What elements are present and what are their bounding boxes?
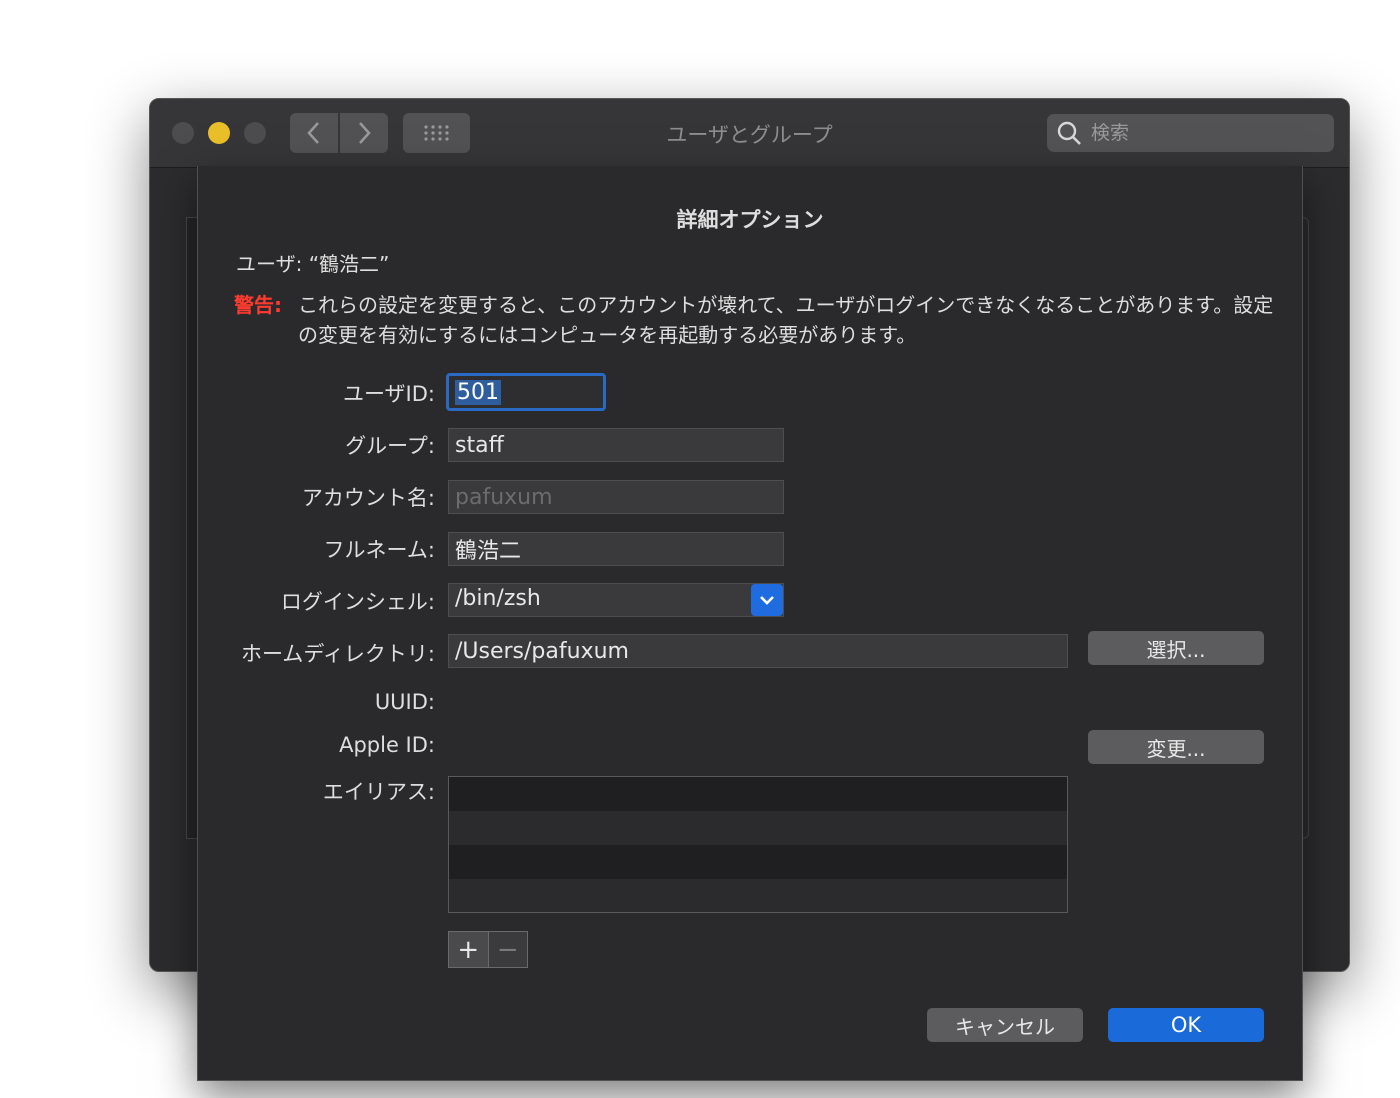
remove-alias-button[interactable]: − — [488, 932, 527, 967]
sheet-title: 詳細オプション — [676, 208, 824, 232]
login-shell-label: ログインシェル: — [280, 590, 435, 614]
login-shell-select[interactable]: /bin/zsh — [448, 583, 784, 617]
user-id-field[interactable]: 501 — [446, 373, 606, 411]
uuid-label: UUID: — [374, 690, 435, 714]
group-field[interactable] — [448, 428, 784, 462]
list-item[interactable] — [449, 811, 1067, 845]
warning-message: 警告: これらの設定を変更すると、このアカウントが壊れて、ユーザがログインできな… — [234, 290, 1274, 350]
aliases-list[interactable] — [448, 776, 1068, 913]
full-name-label: フルネーム: — [323, 538, 435, 562]
advanced-options-sheet: 詳細オプション ユーザ: “鶴浩二” 警告: これらの設定を変更すると、このアカ… — [197, 166, 1303, 1081]
user-id-value: 501 — [455, 379, 501, 405]
change-button[interactable]: 変更... — [1088, 730, 1264, 764]
add-alias-button[interactable]: + — [449, 932, 489, 967]
home-directory-field[interactable] — [448, 634, 1068, 668]
search-icon — [1057, 121, 1081, 145]
account-name-field — [448, 480, 784, 514]
login-shell-value: /bin/zsh — [455, 586, 541, 611]
full-name-field[interactable] — [448, 532, 784, 566]
list-item[interactable] — [449, 777, 1067, 811]
aliases-label: エイリアス: — [322, 780, 435, 804]
search-input[interactable] — [1089, 121, 1323, 145]
chevron-down-icon — [760, 596, 774, 605]
list-item[interactable] — [449, 845, 1067, 879]
ok-button[interactable]: OK — [1108, 1008, 1264, 1042]
alias-add-remove-control: + − — [448, 931, 528, 968]
warning-text: これらの設定を変更すると、このアカウントが壊れて、ユーザがログインできなくなるこ… — [298, 293, 1274, 347]
warning-label: 警告: — [234, 293, 282, 317]
list-item[interactable] — [449, 879, 1067, 912]
cancel-button[interactable]: キャンセル — [927, 1008, 1083, 1042]
home-directory-label: ホームディレクトリ: — [241, 642, 435, 666]
account-name-label: アカウント名: — [301, 486, 435, 510]
apple-id-label: Apple ID: — [339, 733, 435, 757]
user-name-line: ユーザ: “鶴浩二” — [236, 252, 390, 276]
dropdown-button[interactable] — [751, 584, 783, 616]
titlebar: ユーザとグループ — [150, 99, 1349, 168]
group-label: グループ: — [345, 434, 435, 458]
search-field[interactable] — [1047, 114, 1334, 152]
choose-button[interactable]: 選択... — [1088, 631, 1264, 665]
user-id-label: ユーザID: — [342, 382, 435, 406]
